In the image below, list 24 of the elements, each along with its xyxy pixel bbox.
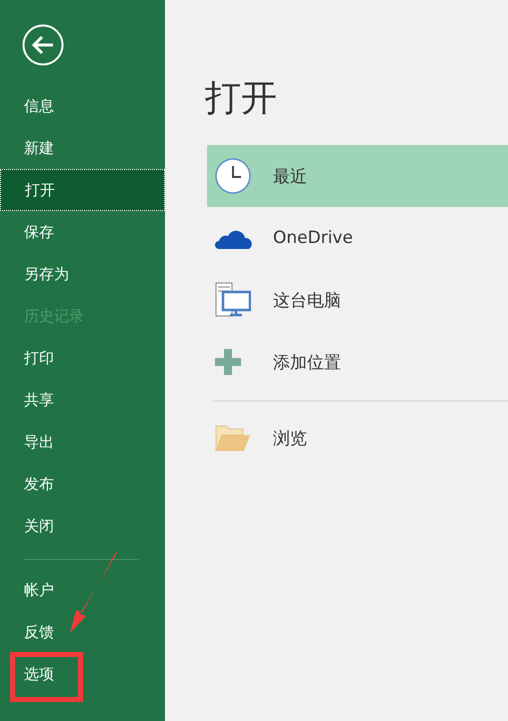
sidebar-item[interactable]: 帐户 (0, 569, 165, 611)
location-item[interactable]: 最近 (207, 145, 508, 207)
sidebar-item[interactable]: 信息 (0, 85, 165, 127)
sidebar-item[interactable]: 导出 (0, 421, 165, 463)
sidebar-item[interactable]: 选项 (0, 653, 165, 695)
sidebar-item[interactable]: 关闭 (0, 505, 165, 547)
sidebar-item[interactable]: 发布 (0, 463, 165, 505)
sidebar-item[interactable]: 共享 (0, 379, 165, 421)
folder-icon (215, 424, 251, 452)
location-item[interactable]: 这台电脑 (207, 269, 508, 331)
sidebar-item[interactable]: 新建 (0, 127, 165, 169)
sidebar-item[interactable]: 保存 (0, 211, 165, 253)
computer-icon (215, 282, 251, 318)
clock-icon (215, 158, 251, 194)
sidebar-item[interactable]: 打印 (0, 337, 165, 379)
sidebar-item[interactable]: 打开 (0, 169, 165, 211)
page-title: 打开 (205, 77, 278, 121)
plus-icon (215, 349, 241, 375)
browse-item[interactable]: 浏览 (207, 407, 508, 469)
location-item[interactable]: 添加位置 (207, 331, 508, 393)
location-item[interactable]: OneDrive (207, 207, 508, 269)
sidebar-item[interactable]: 反馈 (0, 611, 165, 653)
back-button[interactable] (22, 24, 64, 66)
sidebar-item[interactable]: 另存为 (0, 253, 165, 295)
